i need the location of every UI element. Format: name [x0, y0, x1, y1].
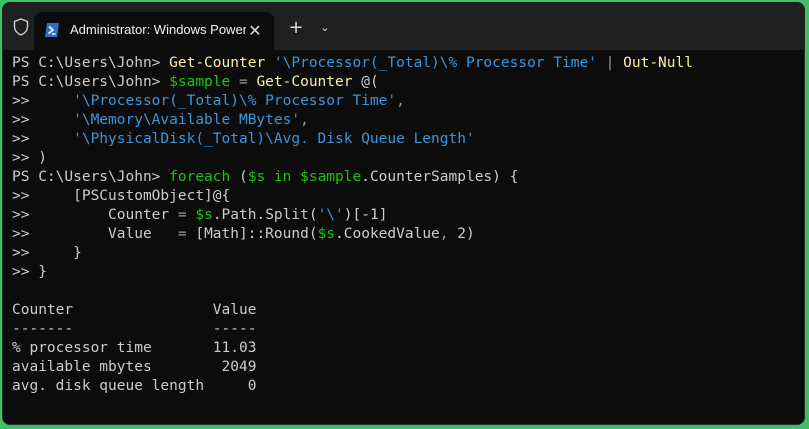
terminal-token: foreach — [169, 169, 231, 185]
terminal-token: % processor time 11.03 — [12, 340, 257, 356]
terminal-token: ------- ----- — [12, 321, 257, 337]
terminal-line: >> ) — [12, 149, 802, 168]
terminal-token: )[-1] — [343, 207, 388, 223]
terminal-token: Out-Null — [623, 55, 693, 71]
terminal-line: ------- ----- — [12, 320, 802, 339]
terminal-token: >> — [12, 93, 74, 109]
terminal-line: >> '\PhysicalDisk(_Total)\Avg. Disk Queu… — [12, 130, 802, 149]
terminal-token: .CounterSamples) { — [361, 169, 519, 185]
terminal-token: Get-Counter — [169, 55, 266, 71]
terminal-window: Administrator: Windows PowerShell ✕ + ⌄ … — [2, 2, 805, 425]
terminal-token: Get-Counter — [256, 74, 353, 90]
terminal-line: >> '\Memory\Available MBytes', — [12, 111, 802, 130]
terminal-token: [PSCustomObject]@{ — [73, 188, 231, 204]
terminal-token: >> — [12, 188, 74, 204]
terminal-token: >> — [12, 131, 74, 147]
terminal-line: >> Counter = $s.Path.Split('\')[-1] — [12, 206, 802, 225]
terminal-token: $s — [317, 226, 336, 242]
terminal-token: 2) — [457, 226, 475, 242]
terminal-token: | — [596, 55, 624, 71]
terminal-token: avg. disk queue length 0 — [12, 378, 257, 394]
terminal-token: '\' — [317, 207, 344, 223]
terminal-token: $sample — [300, 169, 362, 185]
terminal-token: >> ) — [12, 150, 47, 166]
terminal-token: '\Processor(_Total)\% Processor Time' — [273, 55, 597, 71]
terminal-token: Counter — [108, 207, 170, 223]
title-bar: Administrator: Windows PowerShell ✕ + ⌄ — [2, 2, 805, 50]
terminal-line: >> } — [12, 244, 802, 263]
terminal-token: PS C:\Users\John> — [12, 74, 170, 90]
terminal-line: available mbytes 2049 — [12, 358, 802, 377]
shield-icon — [13, 18, 29, 36]
terminal-token: @( — [352, 74, 379, 90]
terminal-token: in — [265, 169, 301, 185]
terminal-token: , — [300, 112, 309, 128]
terminal-token: >> } — [12, 264, 47, 280]
terminal-token: '\Memory\Available MBytes' — [73, 112, 301, 128]
terminal-line: >> [PSCustomObject]@{ — [12, 187, 802, 206]
terminal-token: .Path.Split( — [212, 207, 318, 223]
terminal-token: Value — [108, 226, 152, 242]
terminal-token: PS C:\Users\John> — [12, 169, 170, 185]
terminal-line: PS C:\Users\John> Get-Counter '\Processo… — [12, 54, 802, 73]
tab-title: Administrator: Windows PowerShell — [70, 22, 246, 37]
terminal-output[interactable]: PS C:\Users\John> Get-Counter '\Processo… — [12, 54, 802, 414]
new-tab-button[interactable]: + — [286, 18, 306, 38]
terminal-token: .CookedValue — [335, 226, 440, 242]
terminal-token: $sample — [169, 74, 231, 90]
terminal-token: [Math]::Round( — [195, 226, 318, 242]
terminal-line: PS C:\Users\John> foreach ($s in $sample… — [12, 168, 802, 187]
terminal-token: $s — [247, 169, 266, 185]
terminal-line: Counter Value — [12, 301, 802, 320]
terminal-token: Counter Value — [12, 302, 257, 318]
terminal-token: >> — [12, 226, 109, 242]
terminal-token: , — [439, 226, 458, 242]
terminal-token: , — [396, 93, 405, 109]
terminal-line: >> } — [12, 263, 802, 282]
terminal-token: ( — [230, 169, 248, 185]
terminal-line: % processor time 11.03 — [12, 339, 802, 358]
terminal-token: >> — [12, 207, 109, 223]
terminal-token: >> } — [12, 245, 82, 261]
tab-powershell[interactable]: Administrator: Windows PowerShell ✕ — [34, 12, 274, 50]
terminal-token: '\PhysicalDisk(_Total)\Avg. Disk Queue L… — [73, 131, 475, 147]
terminal-token: = — [230, 74, 257, 90]
terminal-token: available mbytes 2049 — [12, 359, 257, 375]
terminal-token: '\Processor(_Total)\% Processor Time' — [73, 93, 397, 109]
terminal-token: PS C:\Users\John> — [12, 55, 170, 71]
terminal-token: $s — [195, 207, 213, 223]
terminal-line: >> Value = [Math]::Round($s.CookedValue,… — [12, 225, 802, 244]
terminal-token: = — [151, 226, 196, 242]
terminal-line: avg. disk queue length 0 — [12, 377, 802, 396]
powershell-icon — [44, 22, 60, 38]
terminal-line: >> '\Processor(_Total)\% Processor Time'… — [12, 92, 802, 111]
chevron-down-icon[interactable]: ⌄ — [315, 18, 335, 38]
terminal-token: = — [169, 207, 196, 223]
close-icon[interactable]: ✕ — [245, 22, 265, 40]
terminal-line: PS C:\Users\John> $sample = Get-Counter … — [12, 73, 802, 92]
terminal-token: >> — [12, 112, 74, 128]
